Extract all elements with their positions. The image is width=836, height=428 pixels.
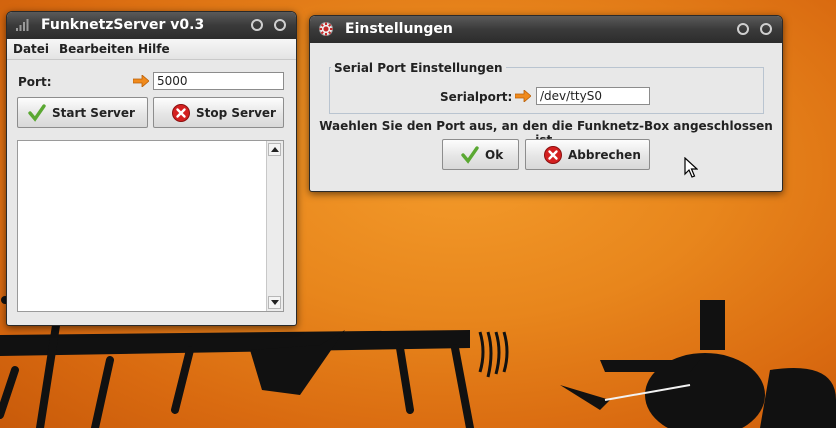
- port-label: Port:: [18, 75, 52, 89]
- port-input[interactable]: 5000: [153, 72, 284, 90]
- checkmark-icon: [461, 146, 479, 164]
- ok-label: Ok: [485, 148, 504, 162]
- signal-bars-icon: [16, 19, 29, 31]
- minimize-icon[interactable]: [737, 23, 750, 35]
- menu-datei[interactable]: Datei: [13, 42, 49, 56]
- stop-server-label: Stop Server: [196, 106, 276, 120]
- right-arrow-icon: [515, 90, 531, 102]
- main-titlebar[interactable]: FunknetzServer v0.3: [7, 12, 296, 39]
- start-server-label: Start Server: [52, 106, 135, 120]
- menubar: Datei Bearbeiten Hilfe: [7, 39, 296, 60]
- main-window-title: FunknetzServer v0.3: [41, 17, 205, 33]
- serialport-label: Serialport:: [440, 90, 513, 104]
- funknetz-server-window: FunknetzServer v0.3 Datei Bearbeiten Hil…: [6, 11, 297, 326]
- serial-port-group-title: Serial Port Einstellungen: [331, 61, 506, 75]
- right-arrow-icon: [133, 75, 149, 87]
- log-scrollbar[interactable]: [266, 141, 283, 311]
- start-server-button[interactable]: Start Server: [17, 97, 148, 128]
- checkmark-icon: [28, 104, 46, 122]
- close-icon[interactable]: [274, 19, 286, 31]
- settings-dialog: Einstellungen Serial Port Einstellungen …: [309, 15, 783, 192]
- gear-icon: [319, 22, 333, 36]
- dialog-titlebar[interactable]: Einstellungen: [310, 16, 782, 43]
- serialport-input[interactable]: /dev/ttyS0: [536, 87, 650, 105]
- menu-hilfe[interactable]: Hilfe: [138, 42, 170, 56]
- dialog-title: Einstellungen: [345, 21, 453, 37]
- close-icon[interactable]: [760, 23, 772, 35]
- scroll-up-icon[interactable]: [268, 143, 281, 156]
- mouse-pointer-icon: [684, 157, 698, 178]
- red-x-icon: [544, 146, 562, 164]
- minimize-icon[interactable]: [251, 19, 264, 31]
- stop-server-button[interactable]: Stop Server: [153, 97, 284, 128]
- cancel-button[interactable]: Abbrechen: [525, 139, 650, 170]
- scroll-down-icon[interactable]: [268, 296, 281, 309]
- menu-bearbeiten[interactable]: Bearbeiten: [59, 42, 134, 56]
- cancel-label: Abbrechen: [568, 148, 641, 162]
- red-x-icon: [172, 104, 190, 122]
- ok-button[interactable]: Ok: [442, 139, 519, 170]
- log-textarea[interactable]: [17, 140, 284, 312]
